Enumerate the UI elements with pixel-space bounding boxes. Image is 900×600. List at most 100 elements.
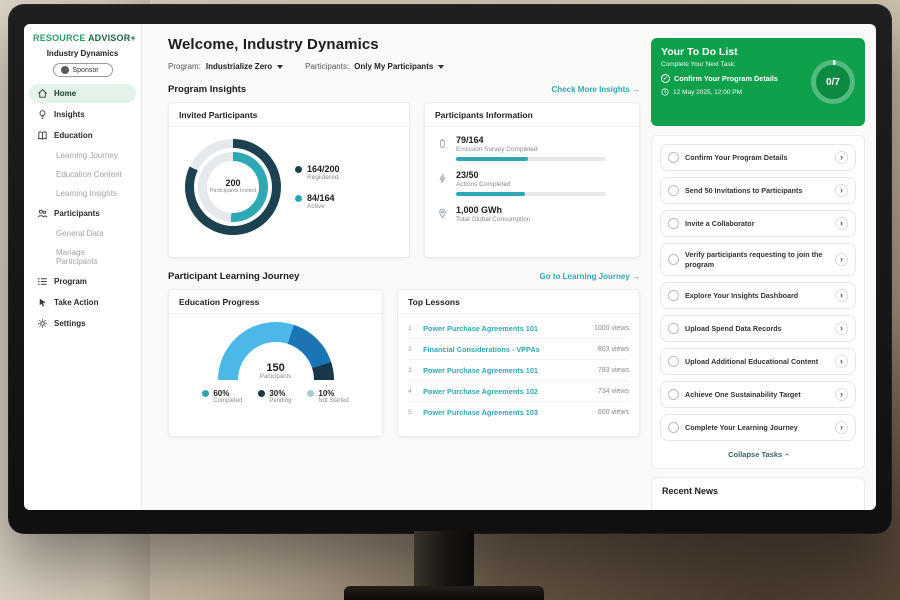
task-explore-your-insights-dashboard[interactable]: Explore Your Insights Dashboard › bbox=[660, 282, 856, 309]
sidebar-item-general-data[interactable]: General Data bbox=[29, 225, 136, 242]
insights-icon bbox=[37, 109, 48, 120]
sidebar-item-learning-insights[interactable]: Learning Insights bbox=[29, 185, 136, 202]
progress-bar bbox=[456, 157, 606, 161]
top-lessons-list: 1Power Purchase Agreements 1011000 views… bbox=[398, 314, 639, 426]
task-checkbox[interactable] bbox=[668, 323, 679, 334]
sidebar-item-settings[interactable]: Settings bbox=[29, 314, 136, 333]
task-verify-participants-requesting-to-join-the-program[interactable]: Verify participants requesting to join t… bbox=[660, 243, 856, 276]
stat-value: 1,000 GWh bbox=[456, 205, 530, 215]
task-achieve-one-sustainability-target[interactable]: Achieve One Sustainability Target› bbox=[660, 381, 856, 408]
filter-program[interactable]: Program: Industrialize Zero bbox=[168, 62, 283, 71]
chevron-right-icon[interactable]: › bbox=[835, 184, 848, 197]
lesson-link[interactable]: Power Purchase Agreements 101 bbox=[423, 366, 591, 375]
chevron-right-icon[interactable]: › bbox=[835, 151, 848, 164]
legend-value: 164/200 bbox=[307, 164, 340, 174]
filter-label: Participants: bbox=[305, 62, 349, 71]
lesson-rank: 5 bbox=[408, 409, 416, 416]
sidebar-item-home[interactable]: Home bbox=[29, 84, 136, 103]
survey-icon bbox=[437, 136, 448, 147]
legend-dot-icon bbox=[258, 390, 265, 397]
task-upload-additional-educational-content[interactable]: Upload Additional Educational Content› bbox=[660, 348, 856, 375]
chevron-right-icon[interactable]: › bbox=[835, 217, 848, 230]
filter-label: Program: bbox=[168, 62, 201, 71]
task-send-50-invitations-to-participants[interactable]: Send 50 Invitations to Participants › bbox=[660, 177, 856, 204]
lesson-views: 803 views bbox=[598, 346, 629, 353]
legend-item-active: 84/164Active bbox=[295, 193, 340, 210]
stat-label: Total Global Consumption bbox=[456, 216, 530, 223]
collapse-tasks-link[interactable]: Collapse Tasks› bbox=[660, 447, 856, 464]
sidebar-item-education-content[interactable]: Education Content bbox=[29, 166, 136, 183]
invited-participants-title: Invited Participants bbox=[169, 103, 409, 127]
filter-participants[interactable]: Participants:Only My Participants bbox=[305, 62, 444, 71]
sidebar-item-insights[interactable]: Insights bbox=[29, 105, 136, 124]
app-screen: RESOURCE ADVISOR+ Industry Dynamics Spon… bbox=[24, 24, 876, 510]
todo-due-text: 12 May 2025, 12:00 PM bbox=[673, 89, 742, 96]
education-gauge-chart: 150 Participants bbox=[218, 322, 334, 380]
legend-value: 84/164 bbox=[307, 193, 335, 203]
sidebar-item-program[interactable]: Program bbox=[29, 272, 136, 291]
task-label: Explore Your Insights Dashboard bbox=[685, 291, 829, 301]
go-to-learning-journey-link[interactable]: Go to Learning Journey → bbox=[540, 272, 640, 281]
sidebar-item-education[interactable]: Education bbox=[29, 126, 136, 145]
lesson-link[interactable]: Power Purchase Agreements 102 bbox=[423, 387, 591, 396]
check-icon: ✓ bbox=[661, 74, 670, 83]
sidebar-item-label: Program bbox=[54, 277, 87, 286]
chevron-right-icon[interactable]: › bbox=[835, 388, 848, 401]
task-checkbox[interactable] bbox=[668, 422, 679, 433]
participants-info-stats: 79/164Emission Survey Completed23/50Acti… bbox=[425, 127, 639, 231]
sidebar-item-label: Learning Insights bbox=[56, 189, 117, 198]
chevron-up-icon: › bbox=[782, 454, 791, 457]
task-complete-your-learning-journey[interactable]: Complete Your Learning Journey› bbox=[660, 414, 856, 441]
stat-total-global-consumption: 1,000 GWhTotal Global Consumption bbox=[437, 205, 627, 223]
actions-icon bbox=[437, 171, 448, 182]
sponsor-badge[interactable]: Sponsor bbox=[53, 63, 113, 77]
lesson-views: 793 views bbox=[598, 367, 629, 374]
todo-next-task[interactable]: ✓ Confirm Your Program Details bbox=[661, 74, 811, 83]
task-confirm-your-program-details[interactable]: Confirm Your Program Details› bbox=[660, 144, 856, 171]
top-lessons-title: Top Lessons bbox=[398, 290, 639, 314]
chevron-right-icon[interactable]: › bbox=[835, 421, 848, 434]
sidebar-item-participants[interactable]: Participants bbox=[29, 204, 136, 223]
education-icon bbox=[37, 130, 48, 141]
stat-actions-completed: 23/50Actions Completed bbox=[437, 170, 627, 196]
progress-bar-fill bbox=[456, 157, 528, 161]
task-checkbox[interactable] bbox=[668, 254, 679, 265]
lesson-link[interactable]: Financial Considerations - VPPAs bbox=[423, 345, 591, 354]
lesson-row: 5 Power Purchase Agreements 103 600 views bbox=[408, 402, 629, 422]
task-checkbox[interactable] bbox=[668, 290, 679, 301]
sidebar-item-take-action[interactable]: Take Action bbox=[29, 293, 136, 312]
donut-center-value: 200 bbox=[225, 178, 240, 188]
task-upload-spend-data-records[interactable]: Upload Spend Data Records › bbox=[660, 315, 856, 342]
stat-value: 23/50 bbox=[456, 170, 606, 180]
gauge-legend-pending: 30%Pending bbox=[258, 389, 291, 404]
task-checkbox[interactable] bbox=[668, 218, 679, 229]
todo-summary-card: Your To Do List Complete Your Next Task:… bbox=[651, 38, 865, 126]
todo-task-list: Confirm Your Program Details› Send 50 Inv… bbox=[660, 144, 856, 441]
consumption-icon bbox=[437, 206, 448, 217]
stat-label: Emission Survey Completed bbox=[456, 146, 606, 153]
task-invite-a-collaborator[interactable]: Invite a Collaborator› bbox=[660, 210, 856, 237]
chevron-down-icon bbox=[438, 65, 444, 69]
lesson-views: 600 views bbox=[598, 409, 629, 416]
chevron-right-icon[interactable]: › bbox=[835, 253, 848, 266]
task-checkbox[interactable] bbox=[668, 389, 679, 400]
task-label: Send 50 Invitations to Participants bbox=[685, 186, 829, 196]
lesson-rank: 4 bbox=[408, 388, 416, 395]
lesson-link[interactable]: Power Purchase Agreements 101 bbox=[423, 324, 587, 333]
task-checkbox[interactable] bbox=[668, 152, 679, 163]
sidebar-item-learning-journey[interactable]: Learning Journey bbox=[29, 147, 136, 164]
todo-progress-ring: 0/7 bbox=[811, 60, 855, 104]
check-more-insights-link[interactable]: Check More Insights → bbox=[552, 85, 640, 94]
task-label: Upload Spend Data Records bbox=[685, 324, 829, 334]
chevron-right-icon[interactable]: › bbox=[835, 322, 848, 335]
task-checkbox[interactable] bbox=[668, 356, 679, 367]
task-checkbox[interactable] bbox=[668, 185, 679, 196]
chevron-right-icon[interactable]: › bbox=[835, 355, 848, 368]
lesson-link[interactable]: Power Purchase Agreements 103 bbox=[423, 408, 591, 417]
app-logo[interactable]: RESOURCE ADVISOR+ bbox=[24, 24, 141, 45]
chevron-right-icon[interactable]: › bbox=[835, 289, 848, 302]
filter-value: Industrialize Zero bbox=[206, 62, 272, 71]
gauge-legend-value: 10% bbox=[318, 389, 348, 398]
sidebar-item-manage-participants[interactable]: Manage Participants bbox=[29, 244, 136, 270]
todo-title: Your To Do List bbox=[661, 46, 855, 58]
